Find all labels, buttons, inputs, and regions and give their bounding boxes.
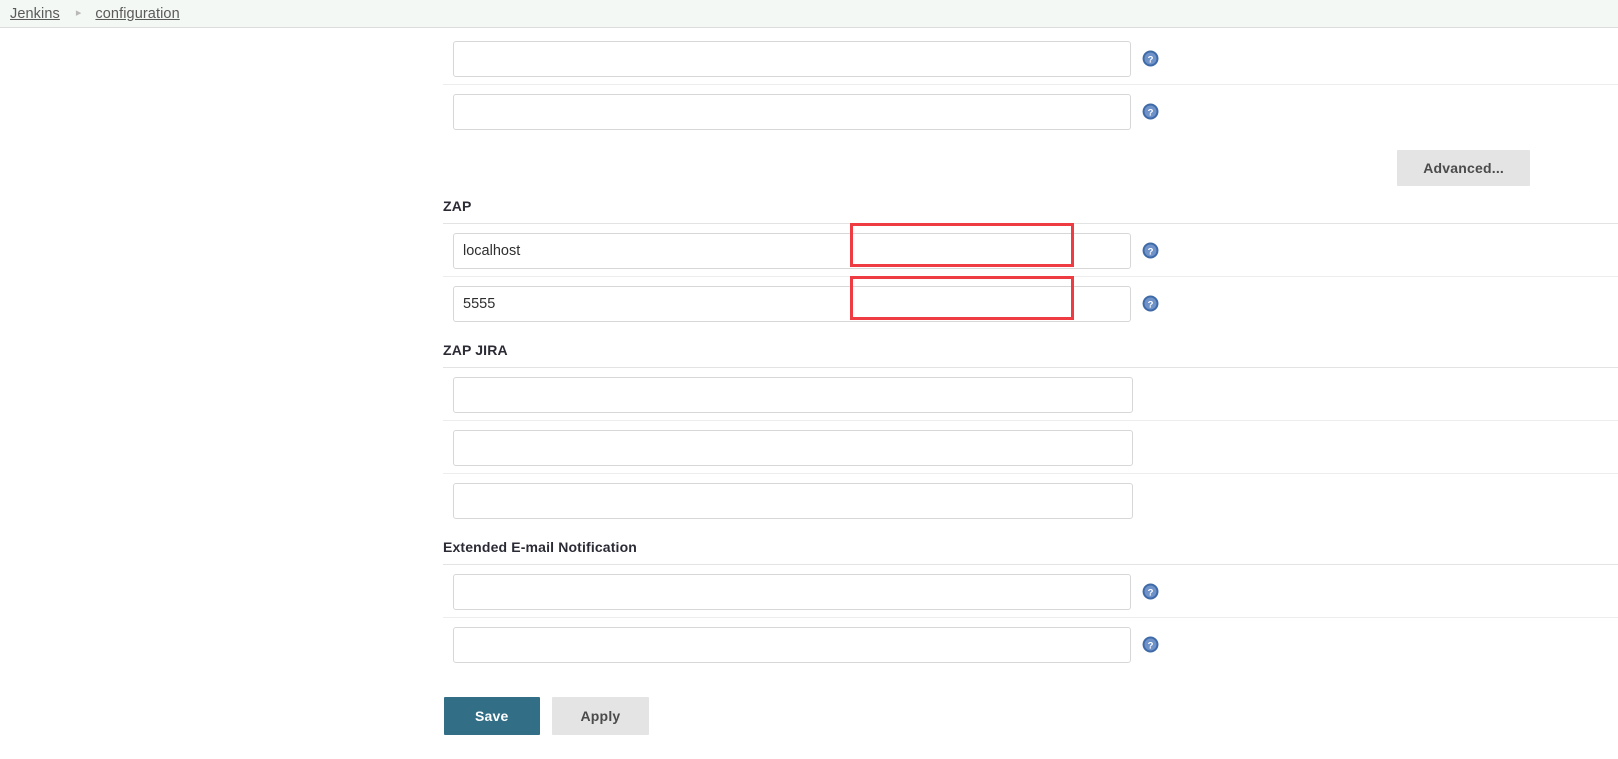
advanced-button-row: Advanced...: [0, 150, 1618, 186]
help-icon[interactable]: ?: [1142, 103, 1159, 120]
section-title-extended-email: Extended E-mail Notification: [443, 539, 637, 555]
configuration-form: Temporary directory ? Global Data Direct…: [0, 28, 1618, 735]
field-row-smtp-server: SMTP server ?: [0, 565, 1618, 618]
input-jira-base-url[interactable]: [453, 376, 1133, 413]
help-icon[interactable]: ?: [1142, 583, 1159, 600]
field-input-cell: [453, 482, 1618, 519]
field-label-cell: Password: [0, 493, 517, 509]
save-button[interactable]: Save: [444, 697, 540, 735]
advanced-button[interactable]: Advanced...: [1397, 150, 1530, 186]
field-row-password: Password: [0, 474, 1618, 527]
svg-text:?: ?: [1148, 107, 1154, 118]
field-input-cell: [453, 429, 1618, 466]
help-icon[interactable]: ?: [1142, 295, 1159, 312]
form-actions: Save Apply: [0, 697, 1618, 735]
field-row-default-host: Default Host ?: [0, 224, 1618, 277]
field-input-cell: ?: [453, 285, 1618, 322]
input-smtp-server[interactable]: [453, 573, 1131, 610]
svg-text:?: ?: [1148, 587, 1154, 598]
section-title-zap-jira: ZAP JIRA: [443, 342, 508, 358]
input-global-data-directory[interactable]: [453, 93, 1131, 130]
field-label-cell: Temporary directory: [0, 51, 581, 67]
input-default-port[interactable]: [453, 285, 1131, 322]
field-label-cell: Default Port: [0, 296, 530, 312]
section-top: Temporary directory ? Global Data Direct…: [0, 32, 1618, 186]
field-input-cell: ?: [453, 573, 1618, 610]
field-input-cell: ?: [453, 626, 1618, 663]
field-label-cell: Default Host: [0, 243, 533, 259]
section-extended-email: Extended E-mail Notification: [0, 539, 1618, 565]
field-input-cell: ?: [453, 93, 1618, 130]
field-input-cell: ?: [453, 232, 1618, 269]
input-default-host[interactable]: [453, 232, 1131, 269]
field-row-jira-base-url: JIRA Base URL: [0, 368, 1618, 421]
svg-text:?: ?: [1148, 640, 1154, 651]
svg-text:?: ?: [1148, 246, 1154, 257]
field-row-default-user-email-suffix: Default user E-mail suffix ?: [0, 618, 1618, 671]
field-label-cell: Username: [0, 440, 520, 456]
field-row-temporary-directory: Temporary directory ?: [0, 32, 1618, 85]
svg-text:?: ?: [1148, 54, 1154, 65]
field-row-username: Username: [0, 421, 1618, 474]
help-icon[interactable]: ?: [1142, 50, 1159, 67]
section-title-zap: ZAP: [443, 198, 472, 214]
svg-text:?: ?: [1148, 299, 1154, 310]
breadcrumb-item-jenkins[interactable]: Jenkins: [10, 6, 60, 22]
field-input-cell: [453, 376, 1618, 413]
input-default-user-email-suffix[interactable]: [453, 626, 1131, 663]
field-row-global-data-directory: Global Data Directory ?: [0, 85, 1618, 138]
field-label-cell: JIRA Base URL: [0, 387, 554, 403]
field-label-cell: Default user E-mail suffix: [0, 637, 614, 653]
apply-button[interactable]: Apply: [551, 697, 650, 735]
input-username[interactable]: [453, 429, 1133, 466]
input-password[interactable]: [453, 482, 1133, 519]
field-label-cell: SMTP server: [0, 584, 537, 600]
breadcrumb: Jenkins ▸ configuration: [0, 0, 1618, 28]
help-icon[interactable]: ?: [1142, 242, 1159, 259]
field-row-default-port: Default Port ?: [0, 277, 1618, 330]
help-icon[interactable]: ?: [1142, 636, 1159, 653]
field-input-cell: ?: [453, 40, 1618, 77]
section-zap-jira: ZAP JIRA: [0, 342, 1618, 368]
breadcrumb-item-configuration[interactable]: configuration: [95, 6, 179, 22]
field-label-cell: Global Data Directory: [0, 104, 592, 120]
breadcrumb-separator-icon: ▸: [75, 7, 82, 19]
input-temporary-directory[interactable]: [453, 40, 1131, 77]
section-zap: ZAP: [0, 198, 1618, 224]
